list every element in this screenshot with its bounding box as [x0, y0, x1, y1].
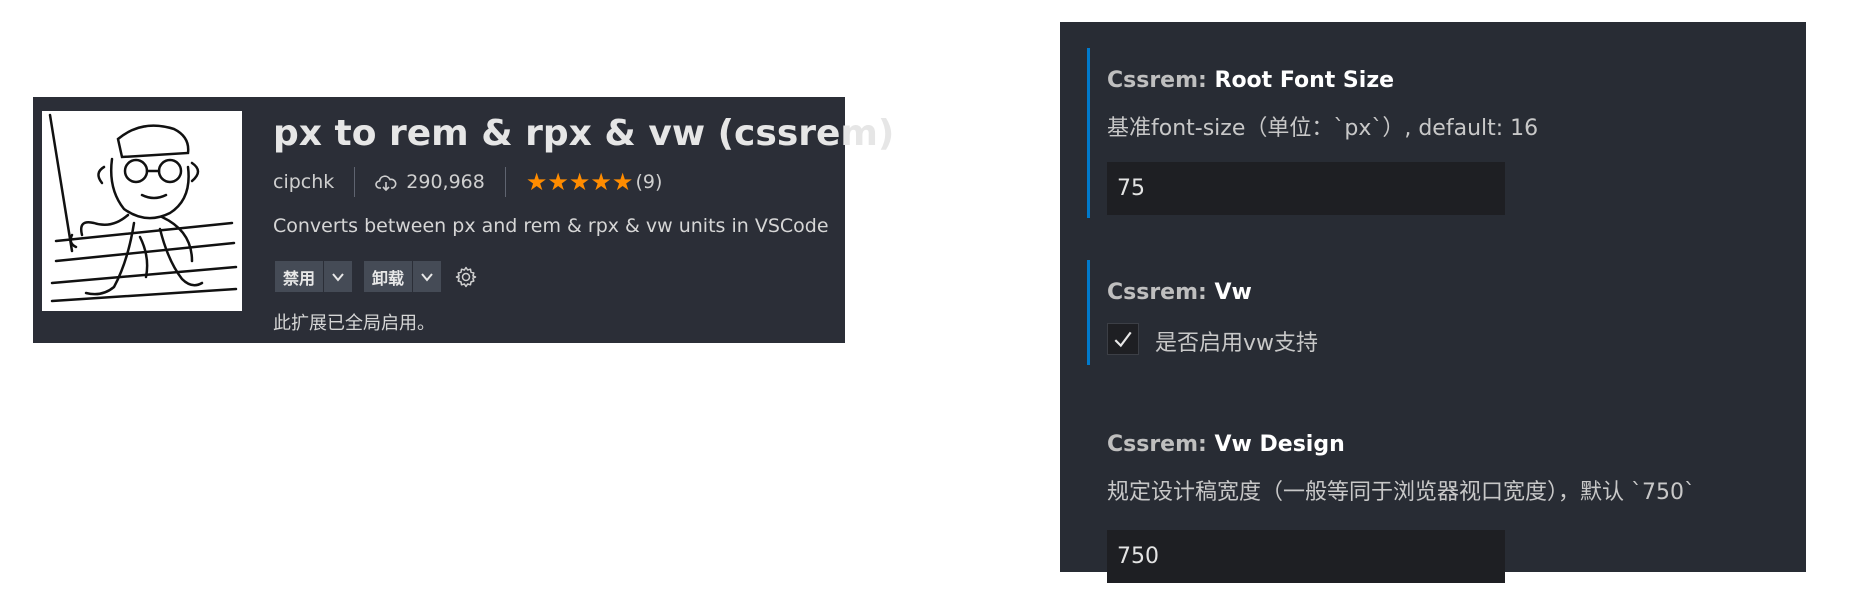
cloud-download-icon — [375, 174, 397, 192]
extension-description: Converts between px and rem & rpx & vw u… — [273, 215, 829, 237]
setting-prefix: Cssrem: — [1107, 432, 1215, 457]
root-font-size-input[interactable] — [1107, 162, 1505, 215]
rating-stars[interactable]: ★★★★★ — [526, 170, 634, 194]
disable-dropdown-button[interactable] — [323, 261, 352, 292]
meta-divider — [504, 167, 506, 197]
focus-indicator — [1087, 48, 1090, 218]
disable-button[interactable]: 禁用 — [275, 261, 323, 292]
vw-design-input[interactable] — [1107, 530, 1505, 583]
setting-title: Cssrem: Vw Design — [1107, 432, 1345, 457]
extension-actions: 禁用 卸载 — [275, 261, 479, 292]
setting-prefix: Cssrem: — [1107, 280, 1215, 305]
install-count: 290,968 — [406, 171, 485, 193]
extension-status: 此扩展已全局启用。 — [273, 313, 435, 334]
settings-panel: Cssrem: Root Font Size 基准font-size（单位：`p… — [1060, 22, 1806, 583]
setting-name: Vw Design — [1214, 432, 1345, 457]
extension-meta: cipchk 290,968 ★★★★★ (9) — [273, 167, 662, 197]
setting-title: Cssrem: Root Font Size — [1107, 68, 1394, 93]
uninstall-dropdown-button[interactable] — [412, 261, 441, 292]
uninstall-button[interactable]: 卸载 — [364, 261, 412, 292]
extension-title: px to rem & rpx & vw (cssrem) — [273, 113, 895, 154]
setting-description: 基准font-size（单位：`px`）, default: 16 — [1107, 116, 1539, 141]
vw-checkbox-label[interactable]: 是否启用vw支持 — [1155, 325, 1318, 357]
extension-card: px to rem & rpx & vw (cssrem) cipchk 290… — [33, 97, 894, 343]
setting-vw-design: Cssrem: Vw Design 规定设计稿宽度（一般等同于浏览器视口宽度），… — [1087, 412, 1806, 583]
setting-title: Cssrem: Vw — [1107, 280, 1252, 305]
uninstall-split-button: 卸载 — [364, 261, 442, 292]
publisher-link[interactable]: cipchk — [273, 171, 334, 193]
checkmark-icon — [1114, 331, 1132, 348]
vw-checkbox[interactable] — [1107, 323, 1139, 355]
focus-indicator — [1087, 260, 1090, 365]
setting-name: Vw — [1214, 280, 1252, 305]
disable-split-button: 禁用 — [275, 261, 353, 292]
setting-description: 规定设计稿宽度（一般等同于浏览器视口宽度），默认 `750` — [1107, 480, 1695, 505]
chevron-down-icon — [332, 272, 344, 282]
setting-prefix: Cssrem: — [1107, 68, 1215, 93]
setting-vw: Cssrem: Vw 是否启用vw支持 — [1087, 260, 1806, 365]
cartoon-logo-icon — [42, 111, 242, 311]
gear-icon[interactable] — [453, 264, 479, 290]
setting-root-font-size: Cssrem: Root Font Size 基准font-size（单位：`p… — [1087, 48, 1806, 218]
rating-count[interactable]: (9) — [635, 171, 662, 193]
chevron-down-icon — [421, 272, 433, 282]
meta-divider — [354, 167, 356, 197]
setting-name: Root Font Size — [1214, 68, 1395, 93]
